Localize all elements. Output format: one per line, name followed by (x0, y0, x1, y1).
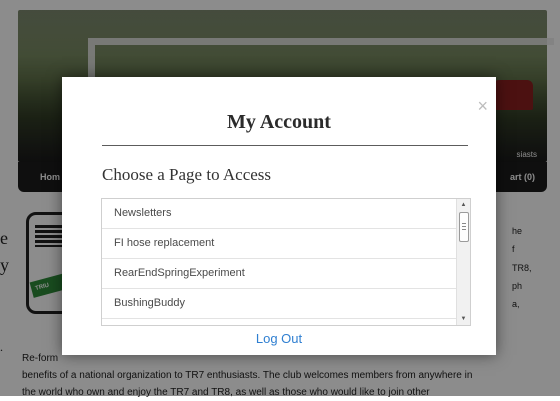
scrollbar-thumb[interactable] (459, 212, 469, 242)
list-item-bushing-buddy[interactable]: BushingBuddy (102, 289, 456, 319)
title-divider (102, 145, 468, 146)
scroll-down-arrow-icon[interactable]: ▼ (457, 313, 470, 325)
list-item-rear-end-spring-experiment[interactable]: RearEndSpringExperiment (102, 259, 456, 289)
page-select-list[interactable]: Newsletters FI hose replacement RearEndS… (101, 198, 471, 326)
choose-page-label: Choose a Page to Access (102, 165, 272, 184)
my-account-modal: × My Account Choose a Page to Access New… (62, 77, 496, 355)
list-scrollbar[interactable]: ▲ ▼ (456, 199, 470, 325)
scroll-up-arrow-icon[interactable]: ▲ (457, 199, 470, 211)
modal-title: My Account (227, 111, 331, 133)
grip-icon (462, 223, 466, 230)
list-item-newsletters[interactable]: Newsletters (102, 199, 456, 229)
log-out-link[interactable]: Log Out (62, 331, 496, 346)
list-item-fi-hose-replacement[interactable]: FI hose replacement (102, 229, 456, 259)
